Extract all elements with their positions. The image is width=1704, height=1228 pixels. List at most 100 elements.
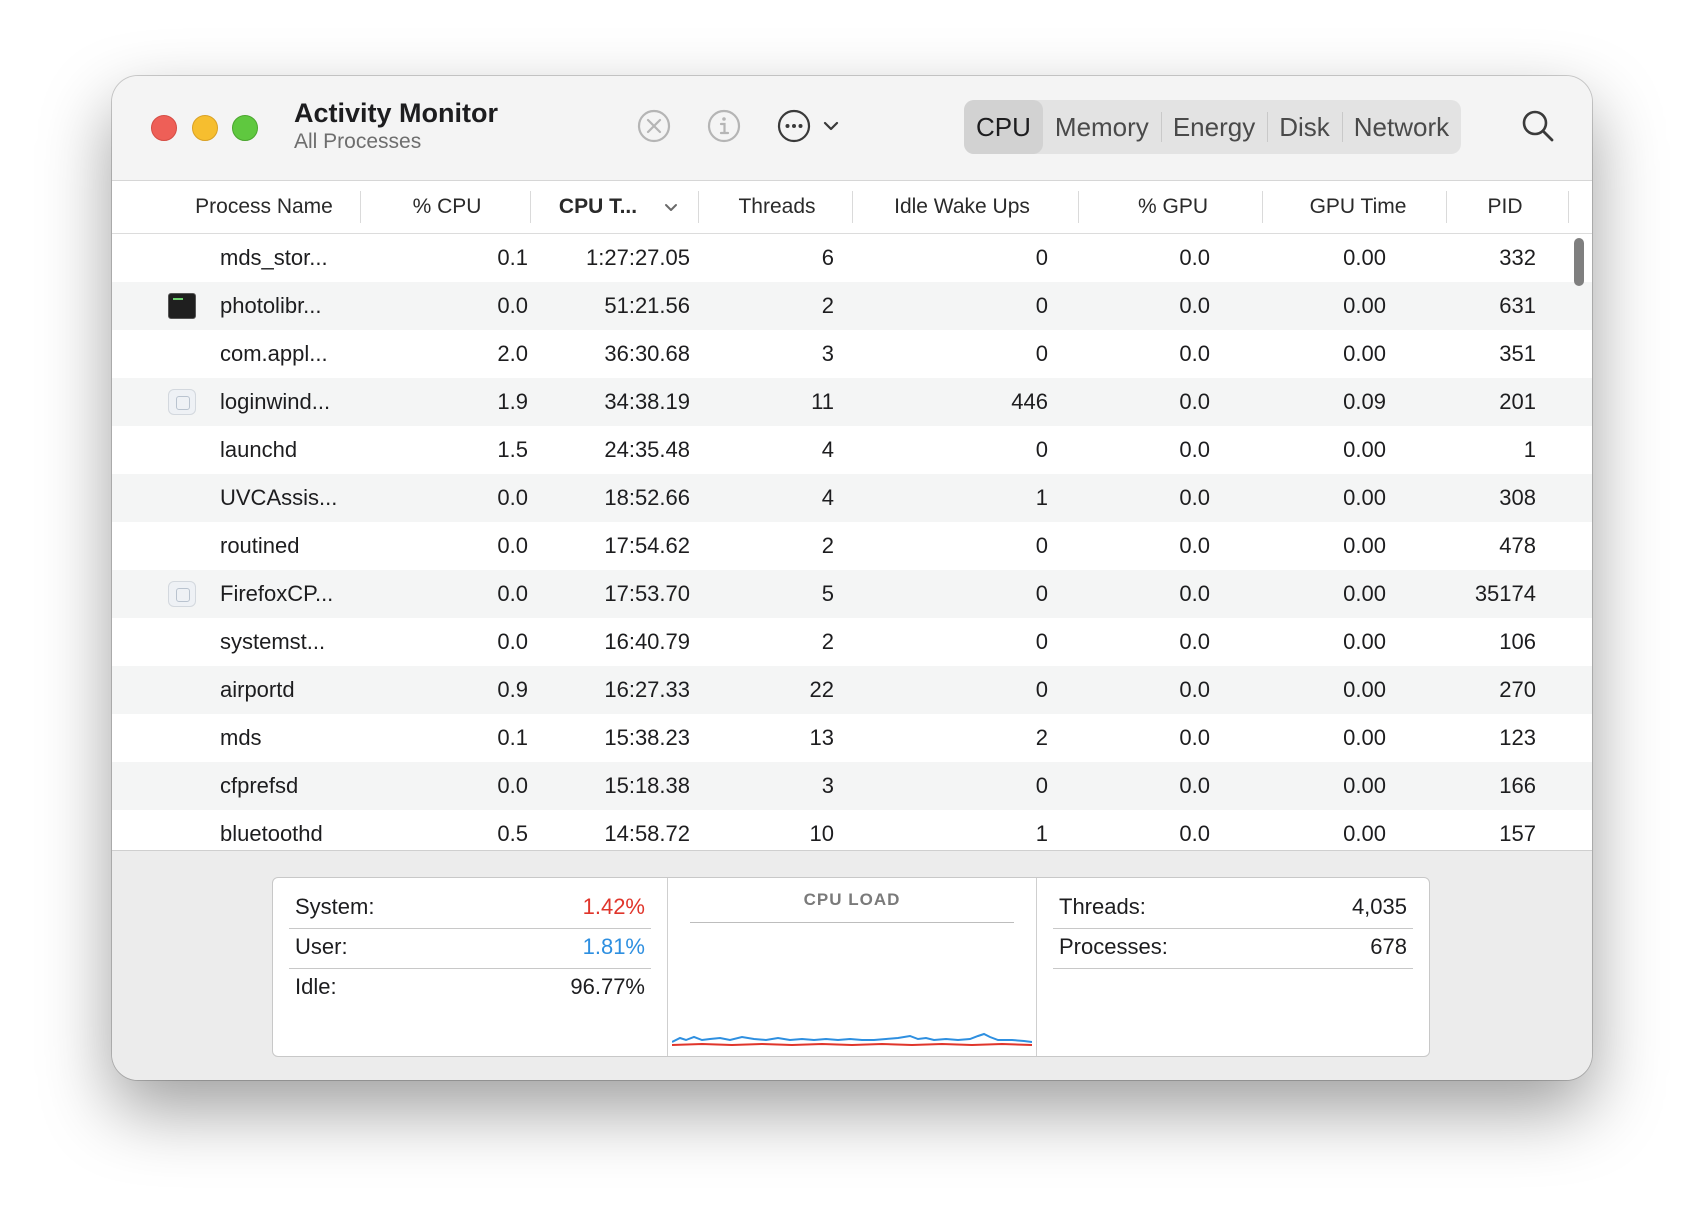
column-divider[interactable] (1262, 191, 1263, 223)
table-row[interactable]: UVCAssis... 0.0 18:52.66 4 1 0.0 0.00 308 (112, 474, 1592, 522)
chevron-down-icon (665, 204, 677, 211)
column-header-threads[interactable]: Threads (702, 181, 852, 233)
gpu-time-cell: 0.00 (1343, 677, 1386, 702)
inspect-process-button[interactable] (704, 106, 744, 146)
table-row[interactable]: airportd 0.9 16:27.33 22 0 0.0 0.00 270 (112, 666, 1592, 714)
scrollbar-thumb[interactable] (1574, 238, 1584, 286)
table-row[interactable]: photolibr... 0.0 51:21.56 2 0 0.0 0.00 631 (112, 282, 1592, 330)
cpu-time-cell: 17:53.70 (604, 581, 690, 606)
idle-wake-ups-cell: 0 (1035, 773, 1048, 798)
user-value: 1.81% (582, 934, 645, 959)
threads-label: Threads: (1059, 894, 1146, 919)
cpu-time-cell: 36:30.68 (604, 341, 690, 366)
process-name-cell: mds (220, 725, 262, 750)
gpu-time-cell: 0.00 (1343, 773, 1386, 798)
cpu-percent-cell: 0.0 (497, 629, 528, 654)
column-divider[interactable] (698, 191, 699, 223)
stop-process-button[interactable] (634, 106, 674, 146)
column-divider[interactable] (852, 191, 853, 223)
zoom-window-button[interactable] (232, 115, 258, 141)
gpu-percent-cell: 0.0 (1179, 341, 1210, 366)
pid-cell: 157 (1499, 821, 1536, 846)
gpu-percent-cell: 0.0 (1179, 821, 1210, 846)
threads-cell: 2 (821, 629, 834, 654)
column-header-pid[interactable]: PID (1450, 181, 1560, 233)
column-divider[interactable] (1446, 191, 1447, 223)
process-name-cell: UVCAssis... (220, 485, 338, 510)
cpu-percent-cell: 0.0 (497, 485, 528, 510)
search-button[interactable] (1518, 106, 1558, 146)
threads-cell: 5 (821, 581, 834, 606)
gpu-percent-cell: 0.0 (1179, 389, 1210, 414)
gpu-time-cell: 0.00 (1343, 533, 1386, 558)
cpu-time-cell: 18:52.66 (604, 485, 690, 510)
gpu-time-cell: 0.00 (1343, 629, 1386, 654)
tab-network[interactable]: Network (1341, 100, 1461, 154)
more-actions-menu[interactable] (776, 106, 852, 146)
gpu-time-cell: 0.00 (1343, 581, 1386, 606)
table-row[interactable]: systemst... 0.0 16:40.79 2 0 0.0 0.00 106 (112, 618, 1592, 666)
process-name-cell: systemst... (220, 629, 326, 654)
pid-cell: 308 (1499, 485, 1536, 510)
table-row[interactable]: launchd 1.5 24:35.48 4 0 0.0 0.00 1 (112, 426, 1592, 474)
idle-stat-row: Idle: 96.77% (289, 968, 651, 1008)
gpu-time-cell: 0.00 (1343, 485, 1386, 510)
column-divider[interactable] (530, 191, 531, 223)
threads-cell: 10 (809, 821, 834, 846)
column-divider[interactable] (360, 191, 361, 223)
cpu-time-cell: 15:18.38 (604, 773, 690, 798)
gpu-percent-cell: 0.0 (1179, 533, 1210, 558)
table-header: Process Name % CPU CPU T... Threads Idle… (112, 181, 1592, 234)
cpu-time-cell: 16:40.79 (604, 629, 690, 654)
user-label: User: (295, 934, 348, 959)
chevron-down-icon (823, 121, 839, 131)
table-row[interactable]: mds 0.1 15:38.23 13 2 0.0 0.00 123 (112, 714, 1592, 762)
minimize-window-button[interactable] (192, 115, 218, 141)
pid-cell: 166 (1499, 773, 1536, 798)
process-name-cell: mds_stor... (220, 245, 328, 270)
info-icon (707, 109, 741, 143)
tab-memory[interactable]: Memory (1043, 100, 1161, 154)
cpu-time-cell: 51:21.56 (604, 293, 690, 318)
column-header-gpu-percent[interactable]: % GPU (1082, 181, 1264, 233)
gpu-percent-cell: 0.0 (1179, 677, 1210, 702)
tab-disk[interactable]: Disk (1267, 100, 1342, 154)
cpu-usage-breakdown: System: 1.42% User: 1.81% Idle: 96.77% (273, 878, 667, 1056)
processes-value: 678 (1370, 934, 1407, 959)
idle-wake-ups-cell: 0 (1035, 437, 1048, 462)
column-header-cpu-percent[interactable]: % CPU (364, 181, 530, 233)
close-window-button[interactable] (151, 115, 177, 141)
gpu-time-cell: 0.00 (1343, 725, 1386, 750)
column-header-cpu-time[interactable]: CPU T... (538, 181, 658, 233)
tab-energy[interactable]: Energy (1160, 100, 1267, 154)
table-row[interactable]: bluetoothd 0.5 14:58.72 10 1 0.0 0.00 157 (112, 810, 1592, 850)
table-row[interactable]: cfprefsd 0.0 15:18.38 3 0 0.0 0.00 166 (112, 762, 1592, 810)
table-row[interactable]: mds_stor... 0.1 1:27:27.05 6 0 0.0 0.00 332 (112, 234, 1592, 282)
table-row[interactable]: loginwind... 1.9 34:38.19 11 446 0.0 0.09 201 (112, 378, 1592, 426)
threads-cell: 3 (821, 341, 834, 366)
x-circle-icon (637, 109, 671, 143)
system-label: System: (295, 894, 375, 919)
pid-cell: 106 (1499, 629, 1536, 654)
cpu-time-cell: 17:54.62 (604, 533, 690, 558)
gpu-percent-cell: 0.0 (1179, 725, 1210, 750)
pid-cell: 631 (1499, 293, 1536, 318)
column-divider[interactable] (1568, 191, 1569, 223)
processes-label: Processes: (1059, 934, 1168, 959)
table-row[interactable]: FirefoxCP... 0.0 17:53.70 5 0 0.0 0.00 35174 (112, 570, 1592, 618)
column-header-gpu-time[interactable]: GPU Time (1266, 181, 1450, 233)
table-row[interactable]: com.appl... 2.0 36:30.68 3 0 0.0 0.00 351 (112, 330, 1592, 378)
cpu-time-cell: 34:38.19 (604, 389, 690, 414)
view-tabs: CPU Memory Energy Disk Network (964, 100, 1462, 154)
column-header-idle-wake-ups[interactable]: Idle Wake Ups (856, 181, 1068, 233)
system-load-line (672, 1042, 1032, 1047)
column-divider[interactable] (1078, 191, 1079, 223)
idle-wake-ups-cell: 0 (1035, 293, 1048, 318)
tab-cpu[interactable]: CPU (964, 100, 1043, 154)
sort-chevron-icon[interactable] (662, 181, 680, 233)
pid-cell: 123 (1499, 725, 1536, 750)
column-header-process-name[interactable]: Process Name (178, 181, 350, 233)
app-icon (168, 389, 196, 415)
gpu-time-cell: 0.00 (1343, 341, 1386, 366)
table-row[interactable]: routined 0.0 17:54.62 2 0 0.0 0.00 478 (112, 522, 1592, 570)
